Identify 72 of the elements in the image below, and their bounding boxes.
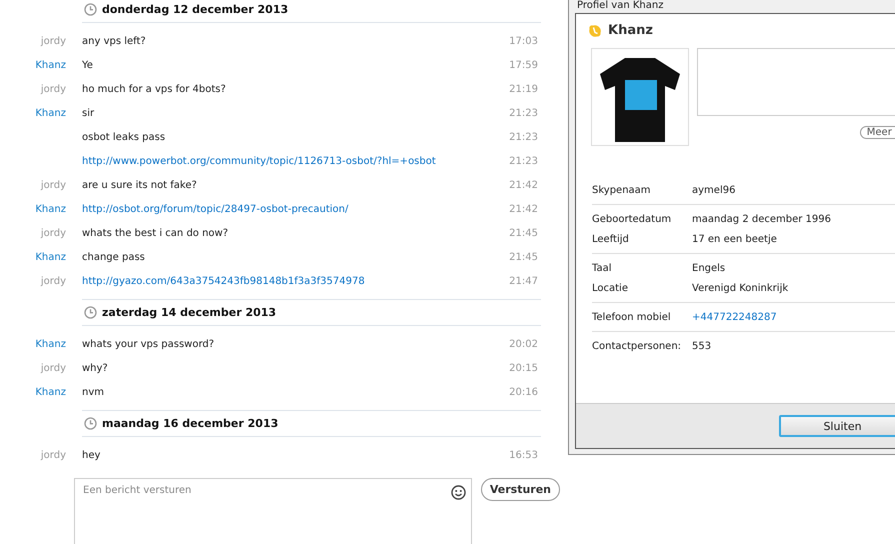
mood-message-field[interactable] [697, 48, 895, 116]
sender-name: Khanz [35, 338, 66, 350]
message-text: any vps left? [82, 36, 147, 46]
sender-name: Khanz [35, 204, 66, 214]
window-title: Profiel van Khanz [576, 0, 664, 13]
more-button[interactable]: Meer [860, 126, 895, 139]
phone-link[interactable]: +447722248287 [692, 312, 777, 322]
message-time: 21:42 [508, 180, 538, 190]
message-input-field[interactable]: Een bericht versturen [74, 478, 472, 544]
field-label: Contactpersonen: [592, 340, 682, 352]
send-button[interactable]: Versturen [480, 478, 560, 501]
field-value: maandag 2 december 1996 [692, 214, 832, 224]
message-text: whats your vps password? [82, 338, 216, 350]
sender-name: jordy [40, 450, 66, 460]
field-value: aymel96 [692, 184, 736, 196]
date-heading: zaterdag 14 december 2013 [102, 306, 276, 319]
clock-icon [84, 3, 97, 16]
sender-name: jordy [40, 228, 66, 238]
sender-name: Khanz [35, 60, 66, 70]
sender-name: jordy [40, 180, 66, 190]
message-text: sir [82, 108, 96, 118]
field-value: Verenigd Koninkrijk [692, 282, 788, 294]
message-text: change pass [82, 252, 146, 262]
field-label: Skypenaam [592, 184, 652, 196]
field-label: Taal [592, 262, 612, 274]
message-time: 20:02 [508, 338, 538, 350]
message-time: 21:45 [508, 252, 538, 262]
message-time: 21:42 [508, 204, 538, 214]
field-value: 553 [692, 340, 712, 352]
message-text: Ye [82, 60, 94, 70]
sender-name: Khanz [35, 386, 66, 398]
message-link[interactable]: http://gyazo.com/643a3754243fb98148b1f3a3f3574978 [82, 276, 488, 286]
field-label: Leeftijd [592, 234, 630, 244]
message-text: nvm [82, 386, 105, 398]
field-value: Engels [692, 262, 726, 274]
sender-name: jordy [40, 36, 66, 46]
message-link[interactable]: http://osbot.org/forum/topic/28497-osbot-precaution/ [82, 204, 488, 214]
message-time: 17:59 [508, 60, 538, 70]
clock-icon [84, 417, 97, 430]
field-label: Locatie [592, 282, 629, 294]
message-time: 21:47 [508, 276, 538, 286]
message-time: 21:23 [508, 156, 538, 166]
skype-status-icon [588, 24, 602, 38]
message-link[interactable]: http://www.powerbot.org/community/topic/1126713-osbot/?hl=+osbot [82, 156, 488, 166]
message-text: whats the best i can do now? [82, 228, 230, 238]
sender-name: jordy [40, 276, 66, 286]
message-time: 17:03 [508, 36, 538, 46]
clock-icon [84, 306, 97, 319]
message-time: 21:23 [508, 108, 538, 118]
message-text: are u sure its not fake? [82, 180, 198, 190]
message-time: 20:15 [508, 362, 538, 374]
message-text: why? [82, 362, 109, 374]
message-text: hey [82, 450, 102, 460]
smiley-icon[interactable] [450, 485, 466, 500]
date-heading: maandag 16 december 2013 [102, 417, 278, 430]
message-time: 16:53 [508, 450, 538, 460]
profile-name: Khanz [608, 23, 653, 38]
sender-name: jordy [40, 362, 66, 374]
message-text: ho much for a vps for 4bots? [82, 84, 227, 94]
close-button[interactable]: Sluiten [779, 415, 895, 437]
sender-name: Khanz [35, 252, 66, 262]
message-time: 21:23 [508, 132, 538, 142]
message-text: osbot leaks pass [82, 132, 166, 142]
sender-name: jordy [40, 84, 66, 94]
field-label: Telefoon mobiel [592, 312, 672, 322]
sender-name: Khanz [35, 108, 66, 118]
field-value: 17 en een beetje [692, 234, 777, 244]
message-time: 21:45 [508, 228, 538, 238]
message-time: 20:16 [508, 386, 538, 398]
field-label: Geboortedatum [592, 214, 672, 224]
message-time: 21:19 [508, 84, 538, 94]
date-heading: donderdag 12 december 2013 [102, 3, 288, 16]
